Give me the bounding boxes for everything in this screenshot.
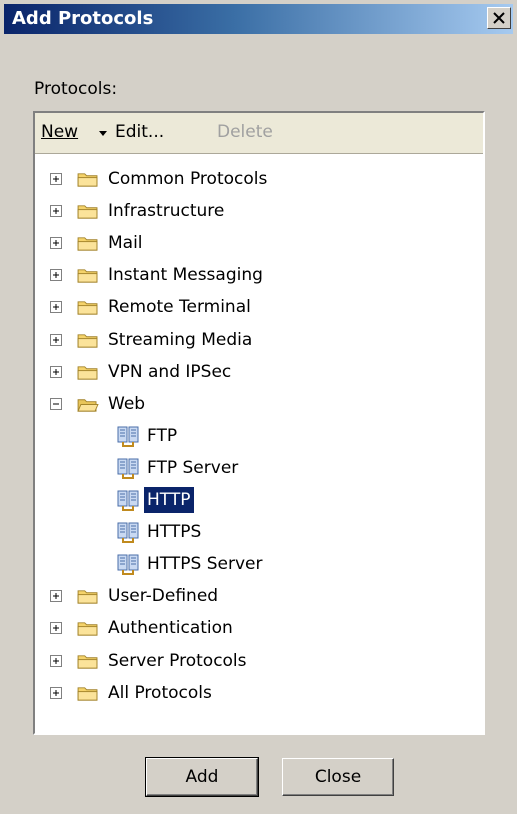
expand-icon[interactable]	[50, 205, 62, 218]
protocol-icon	[117, 426, 139, 447]
edit-button[interactable]: Edit...	[115, 121, 164, 143]
tree-protocol[interactable]: HTTPS Server	[35, 548, 475, 580]
tree-folder[interactable]: VPN and IPSec	[35, 356, 475, 388]
folder-icon	[77, 654, 98, 669]
tree-item-label: Streaming Media	[108, 329, 253, 350]
title-bar[interactable]: Add Protocols	[4, 4, 513, 34]
new-button[interactable]: New	[41, 121, 78, 143]
protocols-label: Protocols:	[34, 79, 118, 99]
tree-item-label-selected: HTTP	[143, 486, 195, 514]
expand-icon[interactable]	[50, 269, 62, 282]
tree-item-label: FTP	[147, 425, 178, 446]
tree-item-label: VPN and IPSec	[108, 361, 232, 382]
expand-icon[interactable]	[50, 622, 62, 635]
close-icon	[493, 12, 505, 24]
tree-item-label: User-Defined	[108, 586, 219, 607]
tree-folder[interactable]: Streaming Media	[35, 324, 475, 356]
tree-folder[interactable]: Mail	[35, 227, 475, 259]
delete-button[interactable]: Delete	[217, 121, 273, 143]
tree-folder[interactable]: Infrastructure	[35, 195, 475, 227]
tree-protocol[interactable]: HTTP	[35, 484, 475, 516]
tree-folder[interactable]: Instant Messaging	[35, 259, 475, 291]
tree-item-label: FTP Server	[147, 457, 239, 478]
folder-icon	[77, 333, 98, 348]
tree-folder[interactable]: User-Defined	[35, 580, 475, 612]
protocol-icon	[117, 490, 139, 511]
expand-icon[interactable]	[50, 365, 62, 378]
tree-item-label: HTTPS Server	[147, 554, 263, 575]
expand-icon[interactable]	[50, 686, 62, 699]
window-title: Add Protocols	[12, 8, 154, 29]
tree-item-label: Server Protocols	[108, 650, 247, 671]
protocol-icon	[117, 458, 139, 479]
tree-folder[interactable]: Server Protocols	[35, 645, 475, 677]
folder-icon	[77, 269, 98, 283]
tree-item-label: Remote Terminal	[108, 297, 251, 318]
tree-protocol[interactable]: HTTPS	[35, 516, 475, 548]
tree-item-label: Instant Messaging	[108, 265, 263, 286]
folder-icon	[77, 622, 98, 636]
add-button[interactable]: Add	[145, 757, 259, 797]
protocols-tree[interactable]: New Edit... Delete Common Protocols Infra…	[33, 111, 485, 735]
tree-folder[interactable]: Remote Terminal	[35, 291, 475, 323]
chevron-down-icon[interactable]	[98, 122, 108, 142]
protocol-icon	[117, 554, 139, 576]
delete-label: Delete	[217, 122, 273, 142]
expand-icon[interactable]	[50, 173, 62, 185]
tree-protocol[interactable]: FTP Server	[35, 452, 475, 484]
new-label: New	[41, 122, 79, 142]
folder-open-icon	[77, 398, 99, 412]
add-protocols-dialog: Add Protocols Protocols: New Edit... Del…	[0, 0, 517, 814]
close-button[interactable]: Close	[282, 758, 394, 796]
collapse-icon[interactable]	[50, 397, 62, 410]
folder-icon	[77, 686, 98, 701]
folder-icon	[77, 205, 98, 219]
close-window-button[interactable]	[487, 7, 511, 29]
tree-folder[interactable]: Common Protocols	[35, 163, 475, 195]
tree-item-label: Common Protocols	[108, 169, 268, 189]
tree-folder[interactable]: Web	[35, 388, 475, 420]
expand-icon[interactable]	[50, 654, 62, 667]
tree-item-label: HTTPS	[147, 522, 202, 543]
folder-icon	[77, 590, 98, 604]
tree-folder[interactable]: Authentication	[35, 612, 475, 644]
edit-label: Edit...	[115, 122, 165, 142]
tree-item-label: Web	[108, 393, 146, 414]
folder-icon	[77, 301, 98, 315]
tree-item-label: Infrastructure	[108, 201, 225, 222]
folder-icon	[77, 173, 98, 187]
protocol-icon	[117, 522, 139, 544]
tree-item-label: Authentication	[108, 618, 233, 639]
tree-toolbar: New Edit... Delete	[35, 113, 483, 154]
tree-item-label: Mail	[108, 233, 143, 254]
expand-icon[interactable]	[50, 237, 62, 250]
tree-folder[interactable]: All Protocols	[35, 677, 475, 709]
tree-protocol[interactable]: FTP	[35, 420, 475, 452]
expand-icon[interactable]	[50, 590, 62, 603]
folder-icon	[77, 365, 98, 380]
expand-icon[interactable]	[50, 333, 62, 346]
folder-icon	[77, 237, 98, 251]
tree-item-label: All Protocols	[108, 682, 212, 703]
expand-icon[interactable]	[50, 301, 62, 314]
